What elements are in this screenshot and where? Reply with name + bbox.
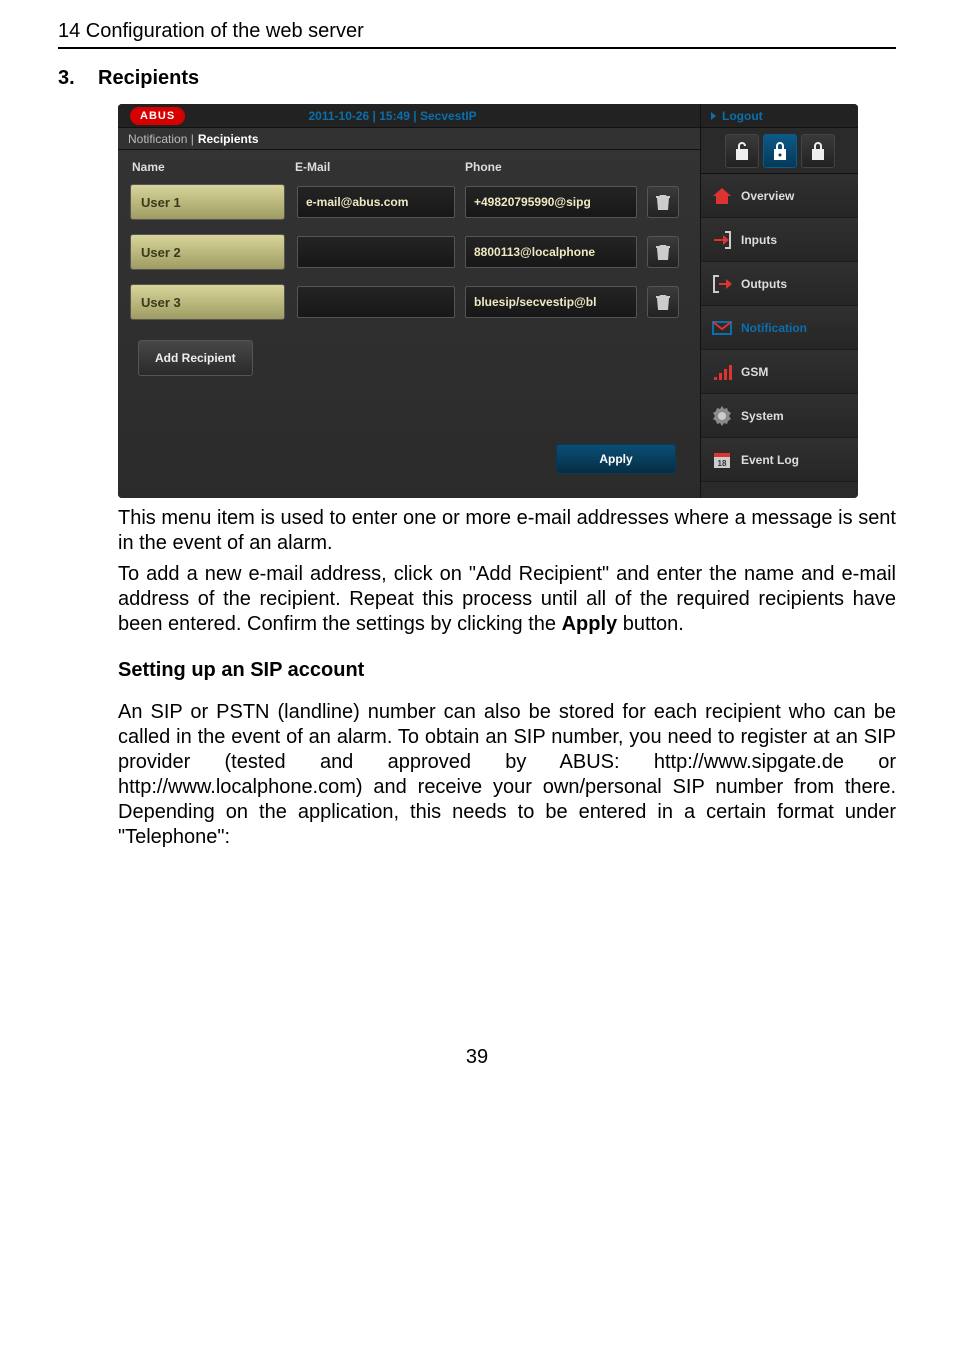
nav-notification[interactable]: Notification xyxy=(701,306,858,350)
col-email: E-Mail xyxy=(295,160,465,174)
locked-home-icon xyxy=(770,140,790,162)
locked-icon xyxy=(808,140,828,162)
section-number: 3. xyxy=(58,67,98,90)
phone-field[interactable]: 8800113@localphone xyxy=(465,236,637,268)
nav-gsm[interactable]: GSM xyxy=(701,350,858,394)
lock-toggle-row xyxy=(701,128,858,174)
table-row: User 2 8800113@localphone xyxy=(130,234,688,270)
page-number: 39 xyxy=(58,1046,896,1069)
phone-field[interactable]: bluesip/secvestip@bl xyxy=(465,286,637,318)
text: button. xyxy=(617,613,684,635)
delete-button[interactable] xyxy=(647,186,679,218)
nav-inputs[interactable]: Inputs xyxy=(701,218,858,262)
nav-label: GSM xyxy=(741,365,768,379)
breadcrumb: Notification | Recipients xyxy=(118,128,700,150)
nav-outputs[interactable]: Outputs xyxy=(701,262,858,306)
calendar-icon: 18 xyxy=(711,449,733,471)
house-icon xyxy=(711,185,733,207)
trash-icon xyxy=(655,243,671,261)
arrow-right-icon xyxy=(711,112,716,120)
mail-icon xyxy=(711,317,733,339)
unlocked-icon xyxy=(732,140,752,162)
bold-apply: Apply xyxy=(562,613,618,635)
paragraph: This menu item is used to enter one or m… xyxy=(118,506,896,556)
unlock-button[interactable] xyxy=(725,134,759,168)
breadcrumb-active: Recipients xyxy=(198,132,259,146)
topbar-status: 2011-10-26 | 15:49 | SecvestIP xyxy=(118,109,700,123)
delete-button[interactable] xyxy=(647,236,679,268)
delete-button[interactable] xyxy=(647,286,679,318)
section-heading: 3.Recipients xyxy=(58,67,896,90)
subheading: Setting up an SIP account xyxy=(118,659,896,682)
paragraph: To add a new e-mail address, click on "A… xyxy=(118,562,896,637)
nav-system[interactable]: System xyxy=(701,394,858,438)
arrow-out-icon xyxy=(711,273,733,295)
text: To add a new e-mail address, click on "A… xyxy=(118,563,896,635)
trash-icon xyxy=(655,293,671,311)
arrow-in-icon xyxy=(711,229,733,251)
apply-button[interactable]: Apply xyxy=(556,444,676,474)
email-field[interactable] xyxy=(297,286,455,318)
email-field[interactable] xyxy=(297,236,455,268)
nav-label: Overview xyxy=(741,189,794,203)
trash-icon xyxy=(655,193,671,211)
user-button[interactable]: User 3 xyxy=(130,284,285,320)
nav-overview[interactable]: Overview xyxy=(701,174,858,218)
col-name: Name xyxy=(130,160,295,174)
logout-label: Logout xyxy=(722,109,763,123)
paragraph: An SIP or PSTN (landline) number can als… xyxy=(118,700,896,850)
phone-field[interactable]: +49820795990@sipg xyxy=(465,186,637,218)
nav-label: Inputs xyxy=(741,233,777,247)
svg-text:18: 18 xyxy=(718,459,727,468)
logout-link[interactable]: Logout xyxy=(701,104,858,128)
email-field[interactable]: e-mail@abus.com xyxy=(297,186,455,218)
signal-icon xyxy=(711,361,733,383)
add-recipient-button[interactable]: Add Recipient xyxy=(138,340,253,376)
lock-button[interactable] xyxy=(801,134,835,168)
col-phone: Phone xyxy=(465,160,688,174)
nav-label: Notification xyxy=(741,321,807,335)
user-button[interactable]: User 1 xyxy=(130,184,285,220)
nav-label: Outputs xyxy=(741,277,787,291)
nav-label: Event Log xyxy=(741,453,799,467)
breadcrumb-prefix: Notification | xyxy=(128,132,194,146)
topbar: ABUS 2011-10-26 | 15:49 | SecvestIP xyxy=(118,104,700,128)
app-screenshot: ABUS 2011-10-26 | 15:49 | SecvestIP Noti… xyxy=(118,104,858,498)
table-row: User 3 bluesip/secvestip@bl xyxy=(130,284,688,320)
nav-label: System xyxy=(741,409,784,423)
brand-logo: ABUS xyxy=(130,107,185,125)
table-header: Name E-Mail Phone xyxy=(130,160,688,174)
nav-eventlog[interactable]: 18 Event Log xyxy=(701,438,858,482)
page-header: 14 Configuration of the web server xyxy=(58,20,896,49)
table-row: User 1 e-mail@abus.com +49820795990@sipg xyxy=(130,184,688,220)
lock-home-button[interactable] xyxy=(763,134,797,168)
user-button[interactable]: User 2 xyxy=(130,234,285,270)
gear-icon xyxy=(711,405,733,427)
section-title: Recipients xyxy=(98,67,199,89)
